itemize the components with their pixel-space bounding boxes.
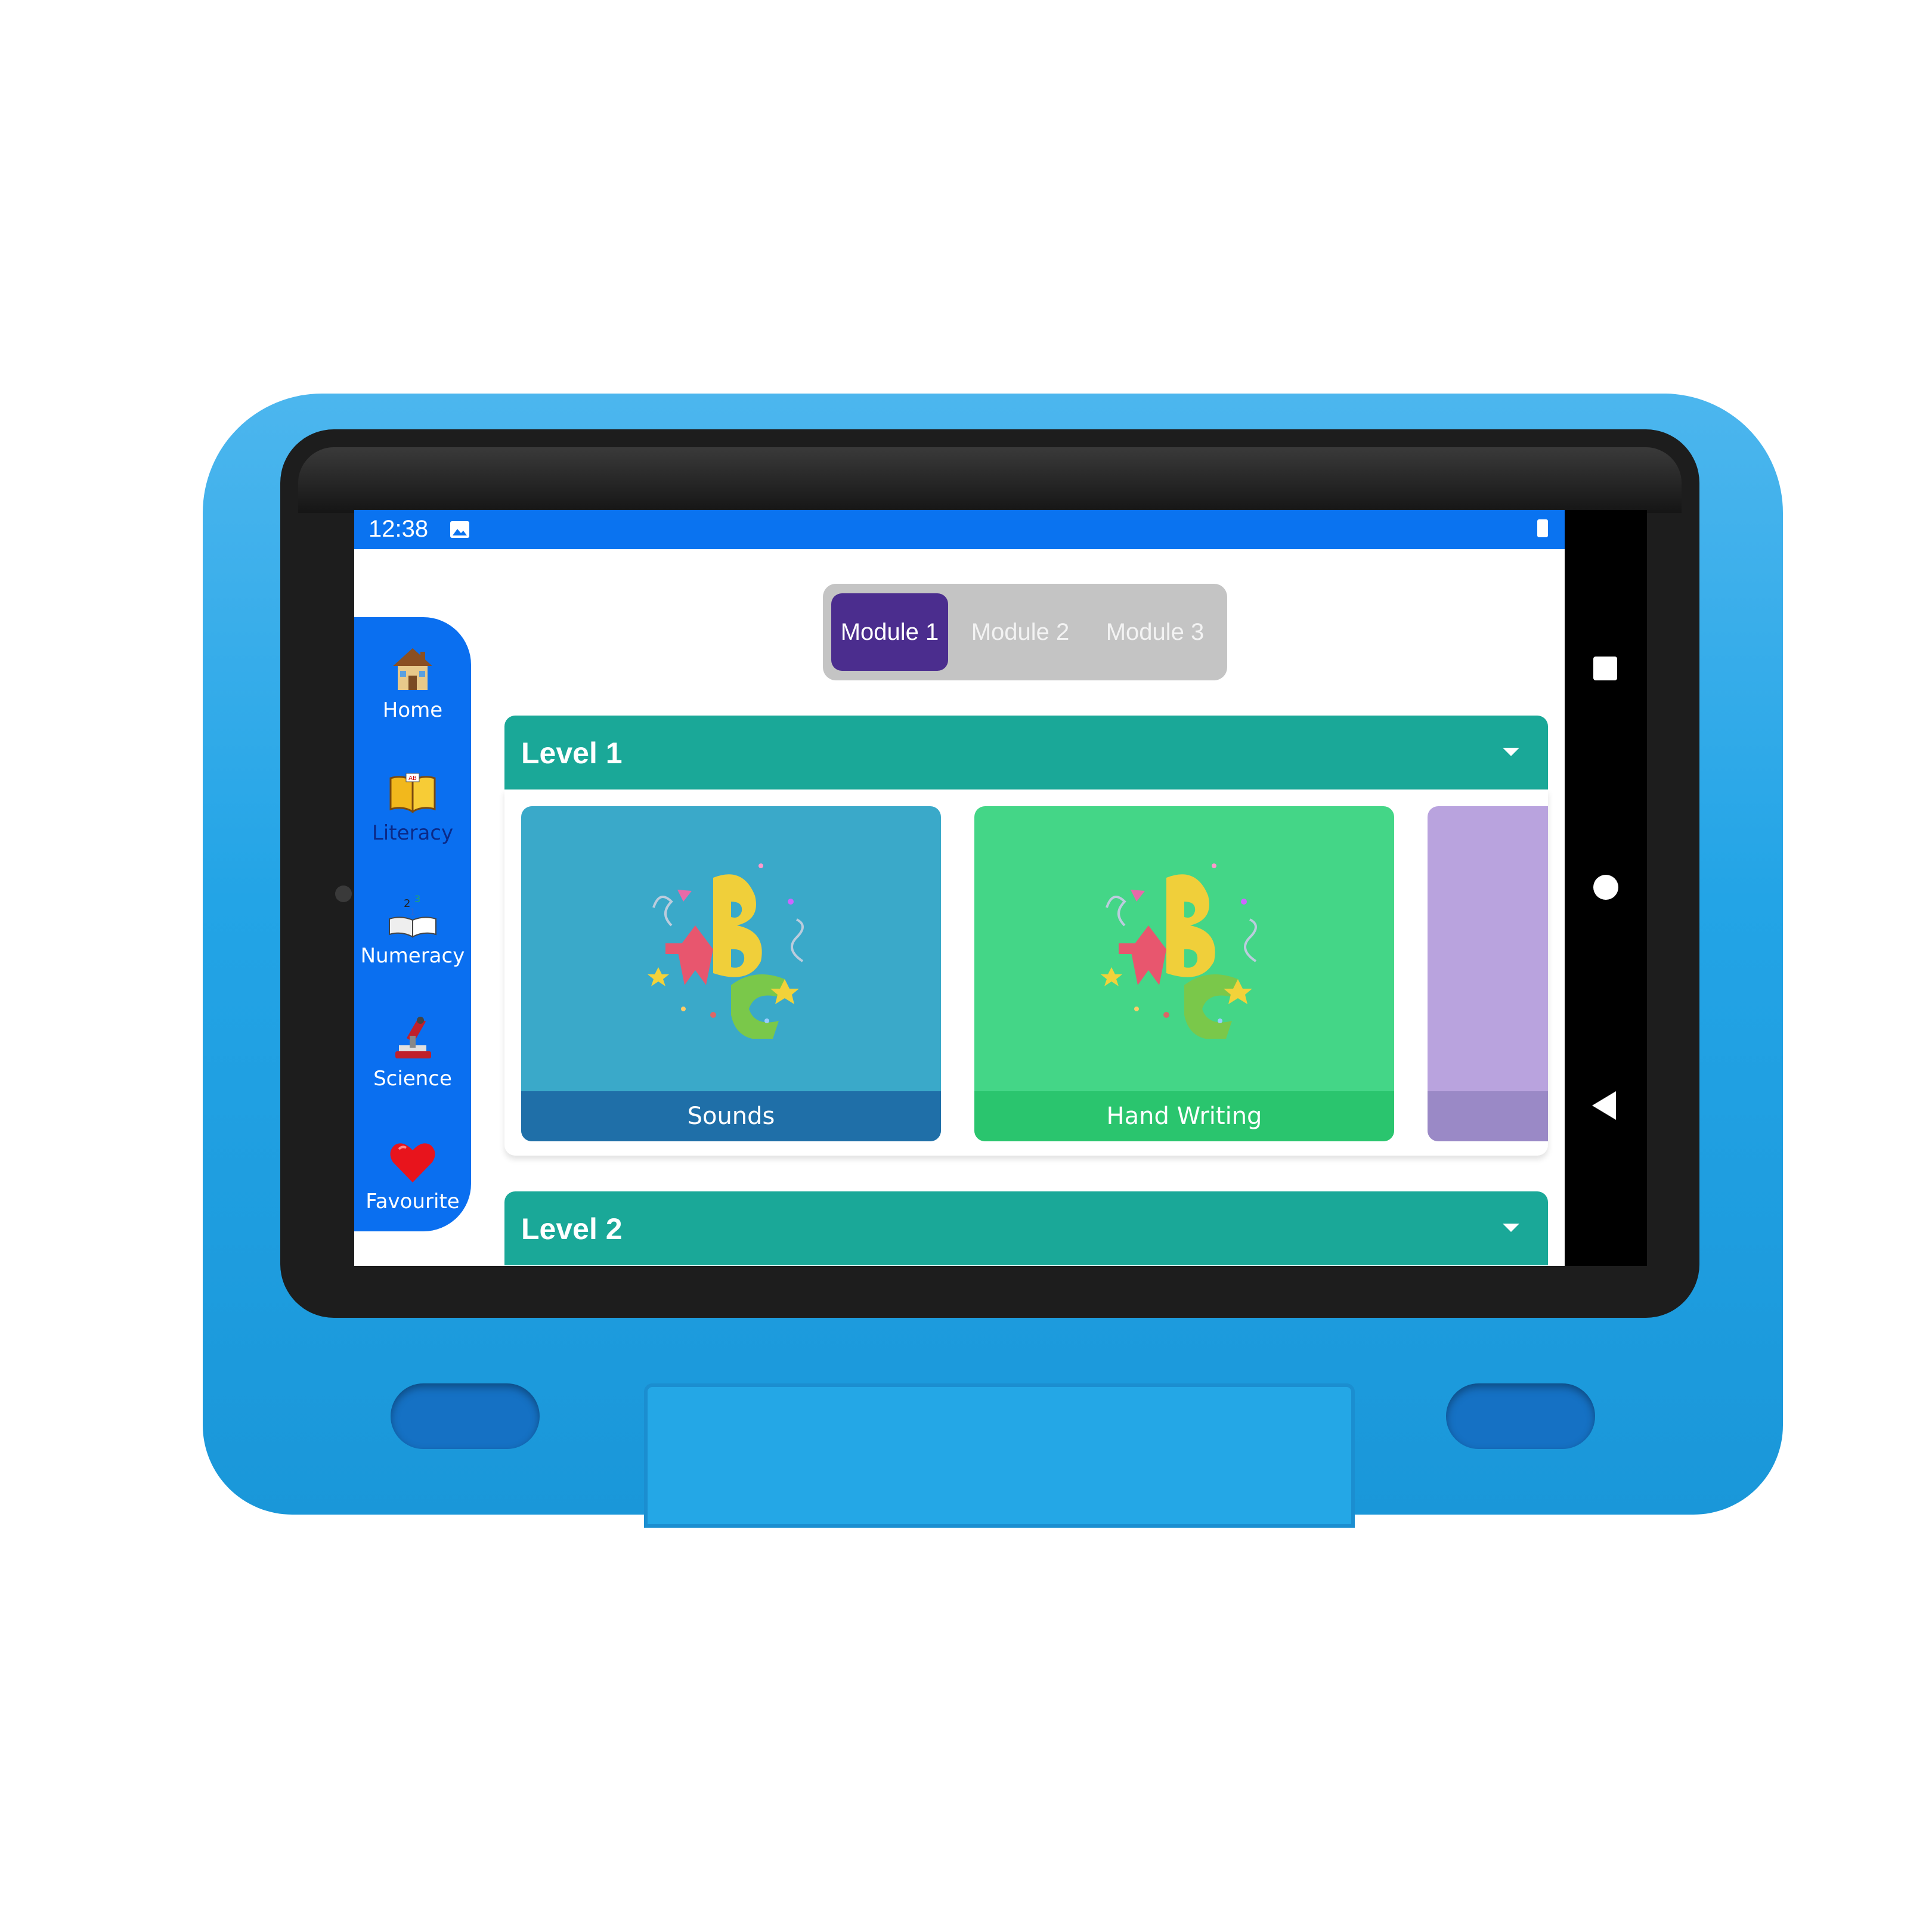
sidebar-item-label: Science (373, 1067, 452, 1091)
tab-module-2[interactable]: Module 2 (958, 593, 1083, 671)
sidebar-item-label: Literacy (371, 821, 454, 845)
battery-icon (1537, 519, 1548, 537)
status-time: 12:38 (369, 516, 429, 542)
card-label: Hand Writing (974, 1091, 1394, 1141)
card-art (1428, 806, 1548, 1091)
svg-text:1: 1 (410, 906, 416, 918)
card-hand-writing[interactable]: Hand Writing (974, 806, 1394, 1141)
card-art (521, 806, 941, 1091)
sidebar-item-favourite[interactable]: Favourite (354, 1135, 471, 1213)
sidebar-item-science[interactable]: Science (354, 1012, 471, 1091)
image-icon (450, 521, 469, 538)
card-label (1428, 1091, 1548, 1141)
sidebar-item-home[interactable]: Home (354, 643, 471, 722)
level-title: Level 1 (521, 736, 623, 770)
house-icon (393, 648, 432, 690)
right-speaker (1446, 1383, 1595, 1449)
sidebar-item-label: Favourite (366, 1190, 460, 1213)
level-2-header[interactable]: Level 2 (504, 1191, 1548, 1265)
card-sounds[interactable]: Sounds (521, 806, 941, 1141)
recents-square-icon[interactable] (1593, 657, 1617, 680)
chevron-down-icon (1503, 748, 1519, 756)
level-1-header[interactable]: Level 1 (504, 716, 1548, 789)
back-triangle-icon[interactable] (1592, 1091, 1616, 1120)
card-partial[interactable] (1428, 806, 1548, 1141)
home-circle-icon[interactable] (1593, 875, 1618, 900)
abc-letters-icon (648, 863, 804, 1039)
level-title: Level 2 (521, 1212, 623, 1246)
svg-text:3: 3 (414, 893, 420, 905)
status-bar: 12:38 (354, 510, 1565, 549)
system-nav-bar (1565, 510, 1647, 1266)
sidebar-item-label: Numeracy (360, 944, 465, 968)
left-speaker (391, 1383, 540, 1449)
sidebar-item-numeracy[interactable]: 2 3 1 Numeracy (354, 889, 471, 968)
kickstand (644, 1383, 1355, 1528)
app-screen: 12:38 Home AB Literacy 2 3 1 Numeracy Sc… (354, 510, 1565, 1266)
heart-icon (390, 1143, 435, 1182)
chevron-down-icon (1503, 1224, 1519, 1232)
tab-module-1[interactable]: Module 1 (831, 593, 948, 671)
module-tabs: Module 1 Module 2 Module 3 (823, 584, 1227, 680)
sidebar: Home AB Literacy 2 3 1 Numeracy Science … (354, 617, 471, 1231)
svg-text:AB: AB (408, 775, 417, 782)
bezel-top (298, 447, 1682, 513)
tab-module-3[interactable]: Module 3 (1092, 593, 1218, 671)
sidebar-item-literacy[interactable]: AB Literacy (354, 766, 471, 845)
card-art (974, 806, 1394, 1091)
card-label: Sounds (521, 1091, 941, 1141)
abc-letters-icon (1101, 863, 1257, 1039)
book-icon: AB (389, 773, 436, 813)
microscope-icon (395, 1017, 431, 1058)
numbers-book-icon: 2 3 1 (389, 893, 436, 938)
sidebar-item-label: Home (382, 698, 443, 722)
level-1-content: Sounds Hand Writing (504, 789, 1548, 1156)
camera-icon (335, 886, 352, 902)
